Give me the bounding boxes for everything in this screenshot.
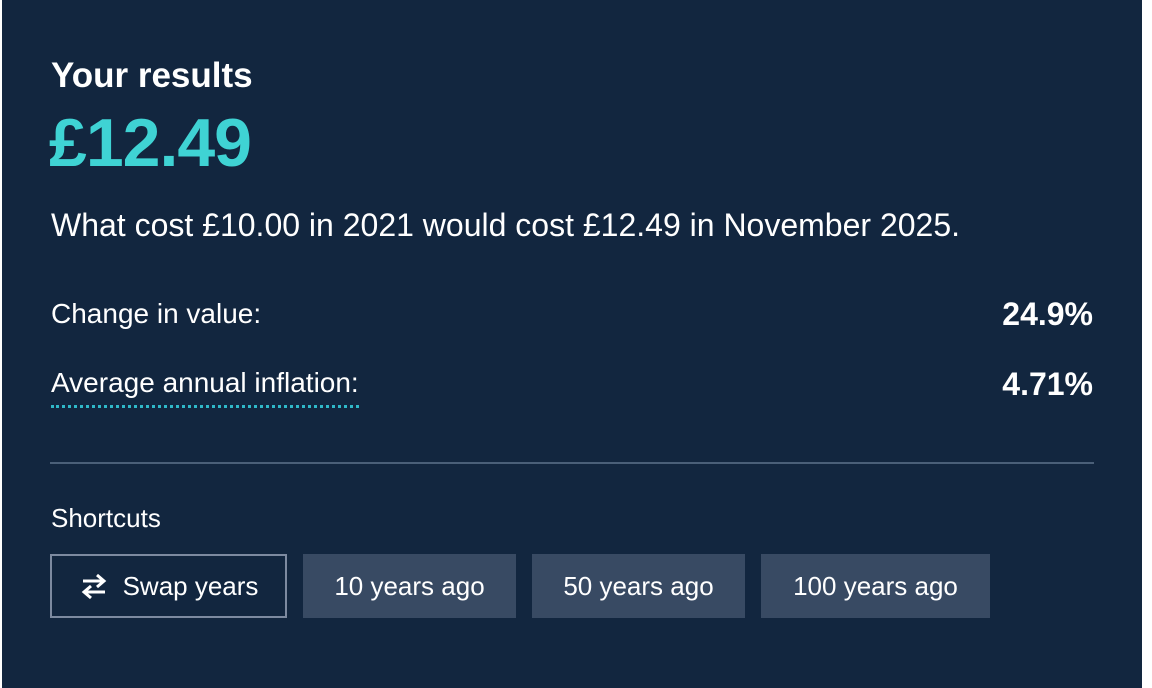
ten-years-ago-button[interactable]: 10 years ago <box>303 554 516 618</box>
average-annual-inflation-value: 4.71% <box>1002 366 1093 402</box>
shortcuts-label: Shortcuts <box>51 503 161 533</box>
hundred-years-ago-button[interactable]: 100 years ago <box>761 554 990 618</box>
fifty-years-ago-button[interactable]: 50 years ago <box>532 554 745 618</box>
swap-arrows-icon <box>79 572 109 600</box>
swap-years-label: Swap years <box>122 570 259 601</box>
swap-years-button[interactable]: Swap years <box>50 554 287 618</box>
results-panel: Your results £12.49 What cost £10.00 in … <box>2 0 1142 688</box>
divider <box>50 462 1094 464</box>
change-in-value: 24.9% <box>1002 296 1093 332</box>
result-summary: What cost £10.00 in 2021 would cost £12.… <box>51 207 961 243</box>
results-heading: Your results <box>51 56 253 95</box>
average-annual-inflation-label[interactable]: Average annual inflation: <box>51 367 359 408</box>
change-in-value-label: Change in value: <box>51 298 262 329</box>
result-amount: £12.49 <box>49 105 252 181</box>
